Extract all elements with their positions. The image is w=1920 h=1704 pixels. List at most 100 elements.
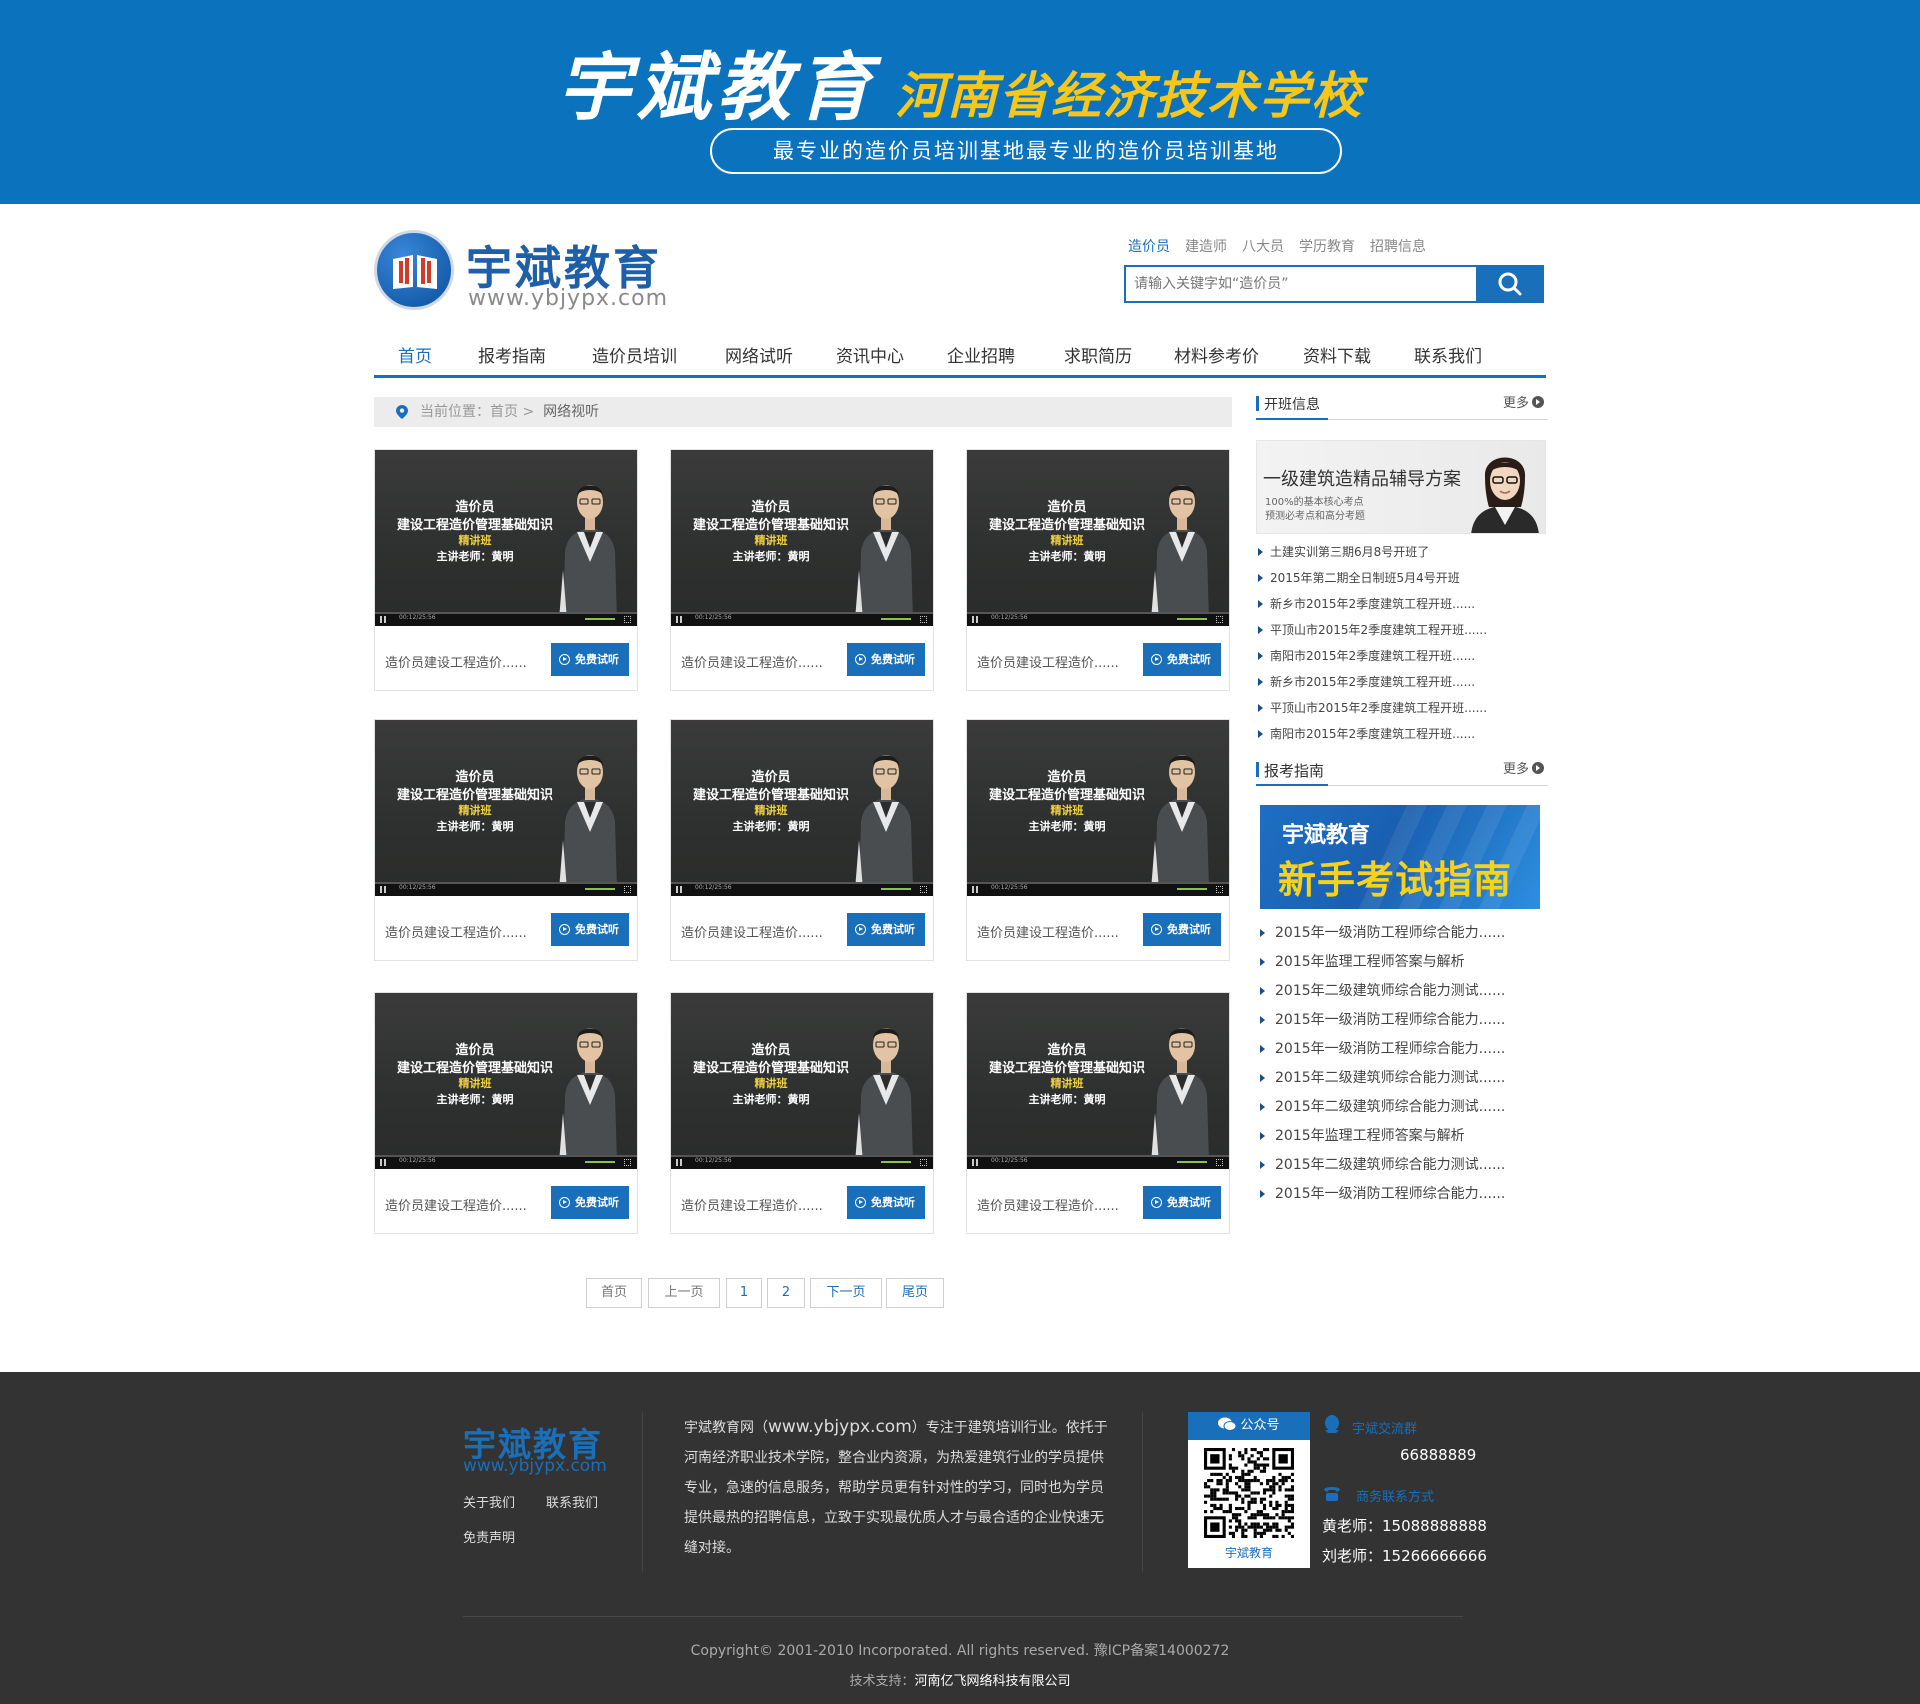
search-tab-xueli[interactable]: 学历教育 (1299, 236, 1355, 256)
volume-slider[interactable] (881, 888, 911, 890)
search-tab-jianzaoshi[interactable]: 建造师 (1185, 236, 1227, 256)
pause-icon[interactable] (676, 1159, 682, 1166)
class-info-item[interactable]: 平顶山市2015年2季度建筑工程开班...... (1256, 617, 1548, 643)
free-trial-button[interactable]: 免费试听 (551, 913, 629, 946)
exam-guide-item[interactable]: 2015年监理工程师答案与解析 (1256, 1122, 1548, 1151)
class-info-item[interactable]: 新乡市2015年2季度建筑工程开班...... (1256, 669, 1548, 695)
video-thumbnail[interactable]: 造价员 建设工程造价管理基础知识 精讲班 主讲老师：黄明 00:12/25:56 (671, 450, 933, 626)
exam-guide-item[interactable]: 2015年二级建筑师综合能力测试...... (1256, 1064, 1548, 1093)
volume-slider[interactable] (1177, 888, 1207, 890)
exam-guide-item[interactable]: 2015年一级消防工程师综合能力...... (1256, 919, 1548, 948)
pause-icon[interactable] (972, 1159, 978, 1166)
video-caption[interactable]: 造价员建设工程造价...... (681, 652, 823, 671)
page-last-button[interactable]: 尾页 (886, 1278, 944, 1308)
nav-item-resume[interactable]: 求职简历 (1064, 342, 1132, 367)
fullscreen-icon[interactable] (920, 886, 927, 893)
nav-item-download[interactable]: 资料下载 (1303, 342, 1371, 367)
free-trial-button[interactable]: 免费试听 (847, 643, 925, 676)
footer-link-about[interactable]: 关于我们 (463, 1492, 515, 1511)
exam-guide-item[interactable]: 2015年监理工程师答案与解析 (1256, 948, 1548, 977)
nav-item-news[interactable]: 资讯中心 (836, 342, 904, 367)
class-info-item[interactable]: 南阳市2015年2季度建筑工程开班...... (1256, 643, 1548, 669)
breadcrumb-prefix[interactable]: 当前位置：首页 > (420, 404, 534, 420)
nav-item-training[interactable]: 造价员培训 (592, 342, 677, 367)
nav-item-online-trial[interactable]: 网络试听 (725, 342, 793, 367)
footer-link-contact[interactable]: 联系我们 (546, 1492, 598, 1511)
pause-icon[interactable] (380, 616, 386, 623)
exam-guide-item[interactable]: 2015年二级建筑师综合能力测试...... (1256, 1151, 1548, 1180)
video-caption[interactable]: 造价员建设工程造价...... (385, 922, 527, 941)
pause-icon[interactable] (972, 886, 978, 893)
fullscreen-icon[interactable] (624, 886, 631, 893)
video-caption[interactable]: 造价员建设工程造价...... (977, 922, 1119, 941)
fullscreen-icon[interactable] (920, 1159, 927, 1166)
pause-icon[interactable] (676, 886, 682, 893)
fullscreen-icon[interactable] (1216, 886, 1223, 893)
video-caption[interactable]: 造价员建设工程造价...... (977, 652, 1119, 671)
video-caption[interactable]: 造价员建设工程造价...... (681, 922, 823, 941)
volume-slider[interactable] (1177, 618, 1207, 620)
volume-slider[interactable] (881, 618, 911, 620)
video-thumbnail[interactable]: 造价员 建设工程造价管理基础知识 精讲班 主讲老师：黄明 00:12/25:56 (967, 450, 1229, 626)
fullscreen-icon[interactable] (624, 616, 631, 623)
volume-slider[interactable] (1177, 1161, 1207, 1163)
nav-item-material-price[interactable]: 材料参考价 (1174, 342, 1259, 367)
search-button[interactable] (1476, 265, 1544, 303)
site-logo[interactable]: 宇斌教育 www.ybjypx.com (374, 228, 674, 312)
free-trial-button[interactable]: 免费试听 (551, 1186, 629, 1219)
exam-guide-banner[interactable]: 宇斌教育 新手考试指南 (1260, 805, 1540, 909)
page-next-button[interactable]: 下一页 (810, 1278, 882, 1308)
free-trial-button[interactable]: 免费试听 (847, 913, 925, 946)
exam-guide-item[interactable]: 2015年一级消防工程师综合能力...... (1256, 1006, 1548, 1035)
video-caption[interactable]: 造价员建设工程造价...... (385, 652, 527, 671)
free-trial-button[interactable]: 免费试听 (1143, 913, 1221, 946)
class-info-item[interactable]: 南阳市2015年2季度建筑工程开班...... (1256, 721, 1548, 747)
video-thumbnail[interactable]: 造价员 建设工程造价管理基础知识 精讲班 主讲老师：黄明 00:12/25:56 (671, 993, 933, 1169)
class-info-item[interactable]: 2015年第二期全日制班5月4号开班 (1256, 565, 1548, 591)
page-first-button[interactable]: 首页 (586, 1278, 642, 1308)
tech-support-company[interactable]: 河南亿飞网络科技有限公司 (915, 1674, 1071, 1689)
volume-slider[interactable] (585, 888, 615, 890)
search-input[interactable] (1134, 267, 1474, 301)
fullscreen-icon[interactable] (1216, 616, 1223, 623)
exam-guide-item[interactable]: 2015年二级建筑师综合能力测试...... (1256, 1093, 1548, 1122)
video-thumbnail[interactable]: 造价员 建设工程造价管理基础知识 精讲班 主讲老师：黄明 00:12/25:56 (967, 993, 1229, 1169)
class-info-item[interactable]: 土建实训第三期6月8号开班了 (1256, 539, 1548, 565)
free-trial-button[interactable]: 免费试听 (1143, 643, 1221, 676)
video-caption[interactable]: 造价员建设工程造价...... (681, 1195, 823, 1214)
fullscreen-icon[interactable] (1216, 1159, 1223, 1166)
pause-icon[interactable] (380, 886, 386, 893)
free-trial-button[interactable]: 免费试听 (1143, 1186, 1221, 1219)
video-thumbnail[interactable]: 造价员 建设工程造价管理基础知识 精讲班 主讲老师：黄明 00:12/25:56 (375, 450, 637, 626)
video-thumbnail[interactable]: 造价员 建设工程造价管理基础知识 精讲班 主讲老师：黄明 00:12/25:56 (967, 720, 1229, 896)
exam-guide-more-link[interactable]: 更多 (1503, 758, 1544, 777)
nav-item-contact[interactable]: 联系我们 (1414, 342, 1482, 367)
fullscreen-icon[interactable] (920, 616, 927, 623)
video-caption[interactable]: 造价员建设工程造价...... (977, 1195, 1119, 1214)
page-prev-button[interactable]: 上一页 (648, 1278, 720, 1308)
pause-icon[interactable] (380, 1159, 386, 1166)
video-caption[interactable]: 造价员建设工程造价...... (385, 1195, 527, 1214)
search-tab-badayuan[interactable]: 八大员 (1242, 236, 1284, 256)
video-thumbnail[interactable]: 造价员 建设工程造价管理基础知识 精讲班 主讲老师：黄明 00:12/25:56 (375, 720, 637, 896)
page-2-button[interactable]: 2 (767, 1278, 805, 1308)
class-info-item[interactable]: 平顶山市2015年2季度建筑工程开班...... (1256, 695, 1548, 721)
search-tab-zhaopin[interactable]: 招聘信息 (1370, 236, 1426, 256)
nav-item-home[interactable]: 首页 (398, 342, 432, 367)
footer-link-disclaimer[interactable]: 免责声明 (463, 1527, 515, 1546)
exam-guide-item[interactable]: 2015年一级消防工程师综合能力...... (1256, 1180, 1548, 1209)
exam-guide-item[interactable]: 2015年一级消防工程师综合能力...... (1256, 1035, 1548, 1064)
volume-slider[interactable] (585, 1161, 615, 1163)
nav-item-recruit[interactable]: 企业招聘 (947, 342, 1015, 367)
class-info-item[interactable]: 新乡市2015年2季度建筑工程开班...... (1256, 591, 1548, 617)
nav-item-exam-guide[interactable]: 报考指南 (478, 342, 546, 367)
class-promo-banner[interactable]: 一级建筑造精品辅导方案 100%的基本核心考点 预测必考点和高分考题 (1256, 440, 1546, 534)
pause-icon[interactable] (676, 616, 682, 623)
video-thumbnail[interactable]: 造价员 建设工程造价管理基础知识 精讲班 主讲老师：黄明 00:12/25:56 (375, 993, 637, 1169)
search-tab-zaojiayuan[interactable]: 造价员 (1128, 236, 1170, 256)
video-thumbnail[interactable]: 造价员 建设工程造价管理基础知识 精讲班 主讲老师：黄明 00:12/25:56 (671, 720, 933, 896)
volume-slider[interactable] (585, 618, 615, 620)
pause-icon[interactable] (972, 616, 978, 623)
fullscreen-icon[interactable] (624, 1159, 631, 1166)
free-trial-button[interactable]: 免费试听 (847, 1186, 925, 1219)
